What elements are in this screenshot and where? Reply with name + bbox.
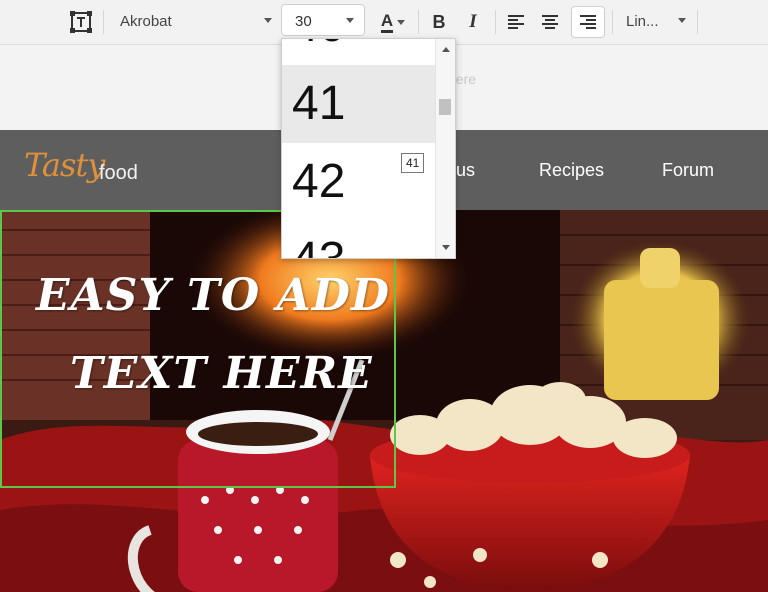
scroll-up-arrow-icon[interactable]: [442, 47, 450, 52]
chevron-down-icon: [346, 18, 354, 23]
align-left-button[interactable]: [503, 8, 529, 36]
toolbar-divider: [418, 10, 419, 34]
bold-icon: B: [432, 11, 446, 32]
text-box-icon: [70, 11, 92, 33]
nav-item-forum[interactable]: Forum: [662, 160, 714, 181]
text-box-tool-button[interactable]: [68, 10, 94, 34]
chevron-down-icon: [264, 18, 272, 23]
dropdown-scrollbar[interactable]: [435, 39, 455, 258]
align-center-icon: [542, 15, 558, 29]
font-size-dropdown: 40 41 42 43: [281, 38, 456, 259]
align-center-button[interactable]: [537, 8, 563, 36]
chevron-down-icon: [397, 19, 406, 25]
hover-tooltip: 41: [401, 153, 425, 173]
font-size-option[interactable]: 43: [282, 221, 436, 258]
hero-headline-line2[interactable]: TEXT HERE: [70, 348, 373, 399]
text-color-icon: A: [380, 11, 394, 33]
align-right-icon: [580, 15, 596, 29]
toolbar-divider: [697, 10, 698, 34]
font-size-value: 30: [295, 13, 312, 30]
align-left-icon: [508, 15, 524, 29]
hero-headline-line1[interactable]: EASY TO ADD: [36, 270, 390, 321]
line-height-value: Lin...: [626, 13, 659, 30]
font-size-select[interactable]: 30: [281, 4, 365, 36]
font-size-options: 40 41 42 43: [282, 39, 436, 258]
text-color-button[interactable]: A: [376, 8, 410, 36]
logo-primary-text: Tasty: [24, 146, 105, 184]
site-logo[interactable]: Tasty food: [24, 142, 154, 202]
toolbar-divider: [103, 10, 104, 34]
font-family-value: Akrobat: [120, 13, 172, 30]
font-size-option-hovered[interactable]: 41: [282, 65, 436, 143]
font-family-select[interactable]: Akrobat: [110, 6, 280, 36]
nav-item-recipes[interactable]: Recipes: [539, 160, 604, 181]
line-height-select[interactable]: Lin...: [616, 6, 696, 36]
font-size-option[interactable]: 40: [282, 39, 436, 65]
bold-button[interactable]: B: [426, 9, 452, 35]
italic-icon: I: [469, 11, 477, 32]
toolbar-divider: [612, 10, 613, 34]
toolbar-divider: [495, 10, 496, 34]
chevron-down-icon: [678, 18, 686, 23]
scrollbar-thumb[interactable]: [439, 99, 451, 115]
align-right-button[interactable]: [571, 6, 605, 38]
italic-button[interactable]: I: [460, 9, 486, 35]
logo-secondary-text: food: [99, 162, 138, 184]
scroll-down-arrow-icon[interactable]: [442, 245, 450, 250]
